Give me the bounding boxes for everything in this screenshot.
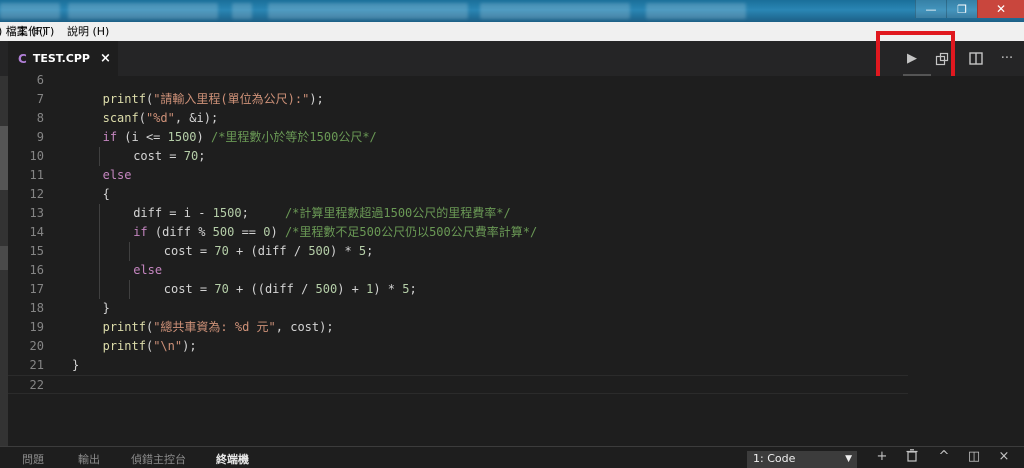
indent-guide xyxy=(98,223,100,242)
code-line[interactable]: 18} xyxy=(8,299,908,318)
side-strip xyxy=(0,76,8,446)
panel-tab-output[interactable]: 輸出 xyxy=(78,451,100,467)
indent-guide xyxy=(98,147,100,166)
line-number: 6 xyxy=(36,73,44,87)
code-line[interactable]: 15 cost = 70 + (diff / 500) * 5; xyxy=(8,242,908,261)
blurred-window-tab xyxy=(268,3,468,19)
close-panel-icon[interactable]: × xyxy=(994,449,1014,467)
blurred-window-tab xyxy=(68,3,218,19)
indent-guide xyxy=(98,261,100,280)
code-text: printf("\n"); xyxy=(102,339,197,353)
code-text: } xyxy=(72,358,80,372)
code-text: } xyxy=(102,301,110,315)
code-text: cost = 70; xyxy=(133,149,206,163)
code-line[interactable]: 14 if (diff % 500 == 0) /*里程數不足500公尺仍以500… xyxy=(8,223,908,242)
code-text: else xyxy=(133,263,163,277)
code-line[interactable]: 12 { xyxy=(8,185,908,204)
line-number: 11 xyxy=(29,168,44,182)
code-line[interactable]: 10 cost = 70; xyxy=(8,147,908,166)
code-editor[interactable]: 6 7 printf("請輸入里程(單位為公尺):"); 8 scanf("%d", &… xyxy=(8,73,1024,446)
code-text: if (diff % 500 == 0) /*里程數不足500公尺仍以500公尺… xyxy=(133,225,538,239)
line-number: 14 xyxy=(29,225,44,239)
indent-guide xyxy=(129,242,131,261)
menu-help[interactable]: 說明 (H) xyxy=(67,22,109,41)
panel-tab-debug-console[interactable]: 偵錯主控台 xyxy=(131,451,186,467)
line-number: 16 xyxy=(29,263,44,277)
chevron-down-icon: ▼ xyxy=(845,454,852,464)
blurred-window-tab xyxy=(646,3,746,19)
line-number: 22 xyxy=(29,378,44,392)
panel-tab-problems[interactable]: 問題 xyxy=(22,451,44,467)
code-line[interactable]: 16 else xyxy=(8,261,908,280)
line-number: 15 xyxy=(29,244,44,258)
window-close-button[interactable]: ✕ xyxy=(977,0,1024,18)
split-editor-icon[interactable] xyxy=(964,41,988,76)
line-number: 20 xyxy=(29,339,44,353)
code-text: scanf("%d", &i); xyxy=(102,111,219,125)
code-line[interactable]: 8 scanf("%d", &i); xyxy=(8,109,908,128)
line-number: 7 xyxy=(36,92,44,106)
os-taskbar-strip: — ❐ ✕ xyxy=(0,0,1024,22)
code-line[interactable]: 7 printf("請輸入里程(單位為公尺):"); xyxy=(8,90,908,109)
line-number: 13 xyxy=(29,206,44,220)
code-text: if (i <= 1500) /*里程數小於等於1500公尺*/ xyxy=(102,130,377,144)
code-line[interactable]: 17 cost = 70 + ((diff / 500) + 1) * 5; xyxy=(8,280,908,299)
code-text: diff = i - 1500; /*計算里程數超過1500公尺的里程費率*/ xyxy=(133,206,511,220)
indent-guide xyxy=(98,242,100,261)
menu-tasks[interactable]: 工作(T) xyxy=(17,22,54,41)
code-line[interactable]: 11 else xyxy=(8,166,908,185)
minimize-icon: — xyxy=(925,2,937,16)
code-line[interactable]: 6 xyxy=(8,71,908,90)
maximize-panel-icon[interactable]: ^ xyxy=(934,449,954,467)
line-number: 21 xyxy=(29,358,44,372)
line-number: 17 xyxy=(29,282,44,296)
code-text: printf("請輸入里程(單位為公尺):"); xyxy=(102,92,324,106)
code-text: cost = 70 + ((diff / 500) + 1) * 5; xyxy=(163,282,417,296)
code-line[interactable]: 22 xyxy=(8,375,908,394)
blurred-window-tab xyxy=(232,3,252,19)
trash-icon[interactable] xyxy=(902,449,922,467)
code-text: { xyxy=(102,187,110,201)
more-actions-icon[interactable]: ··· xyxy=(995,41,1019,76)
toggle-panel-icon[interactable]: ◫ xyxy=(964,449,984,467)
panel-tab-terminal[interactable]: 終端機 xyxy=(216,451,249,467)
indent-guide xyxy=(98,280,100,299)
terminal-select[interactable]: 1: Code ▼ xyxy=(747,451,857,468)
line-number: 18 xyxy=(29,301,44,315)
menu-bar: ) 檔案 (F) 工作(T) 說明 (H) xyxy=(0,22,1024,41)
new-terminal-icon[interactable]: + xyxy=(872,449,892,467)
code-line[interactable]: 13 diff = i - 1500; /*計算里程數超過1500公尺的里程費率*… xyxy=(8,204,908,223)
line-number: 10 xyxy=(29,149,44,163)
bottom-panel: 問題 輸出 偵錯主控台 終端機 1: Code ▼ + ^ ◫ × xyxy=(0,446,1024,468)
code-text: else xyxy=(102,168,132,182)
code-text: printf("總共車資為: %d 元", cost); xyxy=(102,320,334,334)
close-icon: ✕ xyxy=(995,2,1007,16)
code-text: cost = 70 + (diff / 500) * 5; xyxy=(163,244,374,258)
restore-icon: ❐ xyxy=(957,2,967,16)
code-line[interactable]: 19 printf("總共車資為: %d 元", cost); xyxy=(8,318,908,337)
terminal-select-value: 1: Code xyxy=(753,452,796,465)
restore-button[interactable]: ❐ xyxy=(946,0,977,18)
blurred-window-tab xyxy=(480,3,630,19)
code-line[interactable]: 20 printf("\n"); xyxy=(8,337,908,356)
minimize-button[interactable]: — xyxy=(915,0,946,18)
line-number: 9 xyxy=(36,130,44,144)
indent-guide xyxy=(129,280,131,299)
line-number: 19 xyxy=(29,320,44,334)
line-number: 8 xyxy=(36,111,44,125)
code-line[interactable]: 21} xyxy=(8,356,908,375)
blurred-window-tab xyxy=(0,3,60,19)
code-line[interactable]: 9 if (i <= 1500) /*里程數小於等於1500公尺*/ xyxy=(8,128,908,147)
indent-guide xyxy=(98,204,100,223)
line-number: 12 xyxy=(29,187,44,201)
